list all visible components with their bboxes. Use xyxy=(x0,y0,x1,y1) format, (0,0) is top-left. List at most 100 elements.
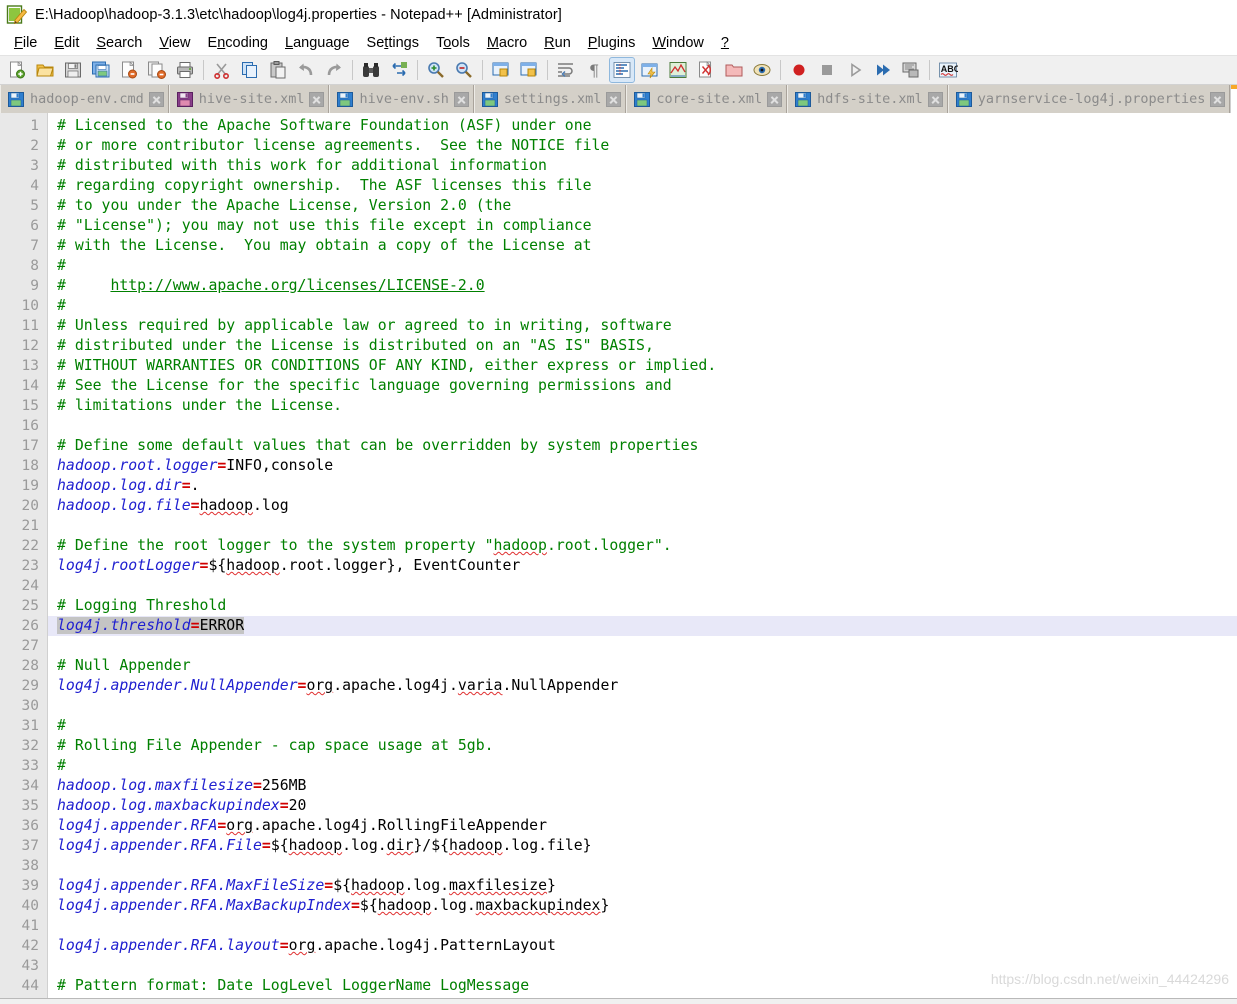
monitoring-icon[interactable] xyxy=(749,57,775,83)
tab-close-icon[interactable] xyxy=(148,91,164,107)
code-line[interactable]: # WITHOUT WARRANTIES OR CONDITIONS OF AN… xyxy=(48,356,1237,376)
tab-hadoop-env-cmd[interactable]: hadoop-env.cmd xyxy=(0,85,169,113)
code-line[interactable]: hadoop.root.logger=INFO,console xyxy=(48,456,1237,476)
code-text-area[interactable]: # Licensed to the Apache Software Founda… xyxy=(48,113,1237,1004)
code-line[interactable]: # http://www.apache.org/licenses/LICENSE… xyxy=(48,276,1237,296)
editor-area[interactable]: 1 2 3 4 5 6 7 8 9 10 11 12 13 14 15 16 17 18 19 20 21 22 23 24 2… xyxy=(0,113,1237,1004)
code-line[interactable] xyxy=(48,696,1237,716)
menu-item-plugins[interactable]: Plugins xyxy=(580,33,645,53)
function-list-icon[interactable] xyxy=(693,57,719,83)
code-line[interactable]: # Null Appender xyxy=(48,656,1237,676)
stop-recording-macro-icon[interactable] xyxy=(814,57,840,83)
menu-item-file[interactable]: File xyxy=(6,33,46,53)
save-icon[interactable] xyxy=(60,57,86,83)
menu-item-[interactable]: ? xyxy=(713,33,738,53)
menu-item-search[interactable]: Search xyxy=(88,33,151,53)
code-line[interactable]: # regarding copyright ownership. The ASF… xyxy=(48,176,1237,196)
redo-icon[interactable] xyxy=(321,57,347,83)
code-line[interactable] xyxy=(48,856,1237,876)
tab-close-icon[interactable] xyxy=(927,91,943,107)
new-file-icon[interactable] xyxy=(4,57,30,83)
code-line[interactable]: log4j.appender.NullAppender=org.apache.l… xyxy=(48,676,1237,696)
menu-item-encoding[interactable]: Encoding xyxy=(200,33,277,53)
menu-item-run[interactable]: Run xyxy=(536,33,580,53)
sync-horizontal-scroll-icon[interactable] xyxy=(516,57,542,83)
code-line[interactable]: # xyxy=(48,716,1237,736)
zoom-in-icon[interactable] xyxy=(423,57,449,83)
code-line[interactable]: log4j.appender.RFA.MaxBackupIndex=${hado… xyxy=(48,896,1237,916)
replace-icon[interactable] xyxy=(386,57,412,83)
run-macro-multiple-icon[interactable] xyxy=(870,57,896,83)
zoom-out-icon[interactable] xyxy=(451,57,477,83)
tab-close-icon[interactable] xyxy=(453,91,469,107)
spell-check-icon[interactable]: ABC xyxy=(935,57,961,83)
menu-item-settings[interactable]: Settings xyxy=(359,33,428,53)
show-all-characters-icon[interactable]: ¶ xyxy=(581,57,607,83)
code-line[interactable]: log4j.threshold=ERROR xyxy=(48,616,1237,636)
menu-item-language[interactable]: Language xyxy=(277,33,359,53)
code-line[interactable]: # to you under the Apache License, Versi… xyxy=(48,196,1237,216)
code-line[interactable]: hadoop.log.dir=. xyxy=(48,476,1237,496)
code-line[interactable] xyxy=(48,516,1237,536)
code-line[interactable]: # distributed with this work for additio… xyxy=(48,156,1237,176)
code-line[interactable]: # Rolling File Appender - cap space usag… xyxy=(48,736,1237,756)
code-line[interactable] xyxy=(48,636,1237,656)
folder-as-workspace-icon[interactable] xyxy=(721,57,747,83)
start-recording-macro-icon[interactable] xyxy=(786,57,812,83)
code-line[interactable]: # Unless required by applicable law or a… xyxy=(48,316,1237,336)
tab-close-icon[interactable] xyxy=(1210,91,1226,107)
code-line[interactable]: log4j.rootLogger=${hadoop.root.logger}, … xyxy=(48,556,1237,576)
tab-close-icon[interactable] xyxy=(606,91,622,107)
code-line[interactable]: # Logging Threshold xyxy=(48,596,1237,616)
code-line[interactable]: hadoop.log.file=hadoop.log xyxy=(48,496,1237,516)
code-line[interactable]: # xyxy=(48,256,1237,276)
code-line[interactable] xyxy=(48,416,1237,436)
word-wrap-icon[interactable] xyxy=(553,57,579,83)
close-file-icon[interactable] xyxy=(116,57,142,83)
code-line[interactable] xyxy=(48,956,1237,976)
paste-icon[interactable] xyxy=(265,57,291,83)
code-line[interactable] xyxy=(48,576,1237,596)
code-line[interactable] xyxy=(48,916,1237,936)
undo-icon[interactable] xyxy=(293,57,319,83)
menu-item-macro[interactable]: Macro xyxy=(479,33,536,53)
code-line[interactable]: # limitations under the License. xyxy=(48,396,1237,416)
find-icon[interactable] xyxy=(358,57,384,83)
code-line[interactable]: hadoop.log.maxbackupindex=20 xyxy=(48,796,1237,816)
code-line[interactable]: # or more contributor license agreements… xyxy=(48,136,1237,156)
code-line[interactable]: # See the License for the specific langu… xyxy=(48,376,1237,396)
sync-vertical-scroll-icon[interactable] xyxy=(488,57,514,83)
save-all-icon[interactable] xyxy=(88,57,114,83)
menu-item-tools[interactable]: Tools xyxy=(428,33,479,53)
tab-log4j[interactable]: log4j xyxy=(1230,85,1237,113)
code-line[interactable]: hadoop.log.maxfilesize=256MB xyxy=(48,776,1237,796)
print-icon[interactable] xyxy=(172,57,198,83)
code-line[interactable]: # "License"); you may not use this file … xyxy=(48,216,1237,236)
copy-icon[interactable] xyxy=(237,57,263,83)
tab-close-icon[interactable] xyxy=(309,91,325,107)
menu-item-window[interactable]: Window xyxy=(644,33,713,53)
code-line[interactable]: log4j.appender.RFA=org.apache.log4j.Roll… xyxy=(48,816,1237,836)
code-line[interactable]: log4j.appender.RFA.File=${hadoop.log.dir… xyxy=(48,836,1237,856)
tab-close-icon[interactable] xyxy=(767,91,783,107)
show-indent-guide-icon[interactable] xyxy=(609,57,635,83)
tab-settings-xml[interactable]: settings.xml xyxy=(473,85,627,113)
document-map-icon[interactable] xyxy=(665,57,691,83)
open-file-icon[interactable] xyxy=(32,57,58,83)
code-line[interactable]: # xyxy=(48,756,1237,776)
code-line[interactable]: log4j.appender.RFA.layout=org.apache.log… xyxy=(48,936,1237,956)
playback-macro-icon[interactable] xyxy=(842,57,868,83)
cut-icon[interactable] xyxy=(209,57,235,83)
tab-hive-env-sh[interactable]: hive-env.sh xyxy=(329,85,474,113)
tab-core-site-xml[interactable]: core-site.xml xyxy=(626,85,788,113)
save-macro-icon[interactable] xyxy=(898,57,924,83)
code-line[interactable]: log4j.appender.RFA.MaxFileSize=${hadoop.… xyxy=(48,876,1237,896)
code-line[interactable]: # with the License. You may obtain a cop… xyxy=(48,236,1237,256)
code-line[interactable]: # xyxy=(48,296,1237,316)
tab-hdfs-site-xml[interactable]: hdfs-site.xml xyxy=(787,85,948,113)
user-defined-dialog-icon[interactable] xyxy=(637,57,663,83)
code-line[interactable]: # Licensed to the Apache Software Founda… xyxy=(48,116,1237,136)
menu-item-edit[interactable]: Edit xyxy=(46,33,88,53)
code-line[interactable]: # Define the root logger to the system p… xyxy=(48,536,1237,556)
code-line[interactable]: # Define some default values that can be… xyxy=(48,436,1237,456)
